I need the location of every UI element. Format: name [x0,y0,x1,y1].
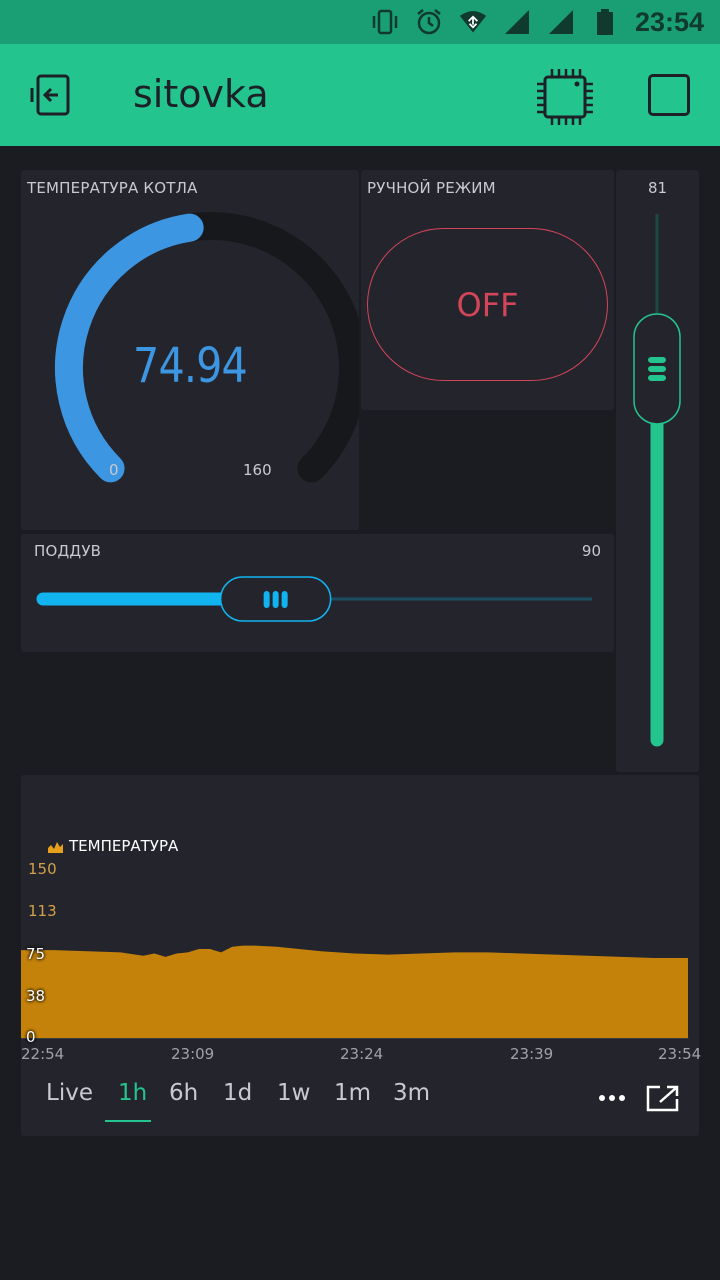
vertical-slider-widget: 81 [616,170,699,772]
expand-icon[interactable] [646,1084,680,1116]
chart-legend-label: ТЕМПЕРАТУРА [69,837,179,855]
tab-6h[interactable]: 6h [169,1080,198,1106]
tab-1d[interactable]: 1d [223,1080,252,1106]
battery-icon [591,8,619,36]
wifi-icon [459,8,487,36]
active-tab-indicator [105,1120,151,1122]
x-tick-label: 23:39 [510,1045,554,1063]
horizontal-slider-handle[interactable] [219,576,332,622]
area-chart-icon [48,841,63,853]
horizontal-slider-widget: ПОДДУВ 90 [21,534,614,652]
vertical-slider-handle[interactable] [633,313,681,425]
gauge-max: 160 [243,461,272,479]
chart-legend[interactable]: ТЕМПЕРАТУРА [48,837,178,855]
tab-1m[interactable]: 1m [334,1080,371,1106]
status-bar: 23:54 [0,0,720,44]
vertical-slider[interactable] [616,170,699,772]
x-tick-label: 22:54 [21,1045,65,1063]
y-tick-label: 0 [26,1028,36,1046]
app-bar: sitovka [0,44,720,146]
back-icon[interactable] [26,70,76,120]
alarm-icon [415,8,443,36]
time-range-tabs: Live 1h 6h 1d 1w 1m 3m [21,1080,699,1120]
horizontal-slider[interactable] [21,534,614,652]
y-tick-label: 38 [26,987,46,1005]
gauge-min: 0 [109,461,119,479]
y-tick-label: 150 [28,860,57,878]
device-chip-icon[interactable] [534,66,596,128]
x-tick-label: 23:09 [171,1045,215,1063]
tab-1w[interactable]: 1w [277,1080,310,1106]
signal-icon [503,8,531,36]
tab-3m[interactable]: 3m [393,1080,430,1106]
y-tick-label: 113 [28,902,57,920]
x-tick-label: 23:24 [340,1045,384,1063]
stop-square-button[interactable] [648,74,690,116]
x-tick-label: 23:54 [658,1045,702,1063]
tab-1h[interactable]: 1h [118,1080,147,1106]
more-horizontal-icon[interactable] [598,1086,626,1114]
app-title: sitovka [133,72,269,116]
vibrate-icon [371,8,399,36]
signal-icon-2 [547,8,575,36]
gauge-value: 74.94 [133,338,248,394]
status-time: 23:54 [634,6,704,37]
y-tick-label: 75 [26,945,46,963]
tab-live[interactable]: Live [46,1080,93,1106]
manual-mode-label: РУЧНОЙ РЕЖИМ [367,179,496,197]
manual-mode-button[interactable]: OFF [367,228,608,381]
